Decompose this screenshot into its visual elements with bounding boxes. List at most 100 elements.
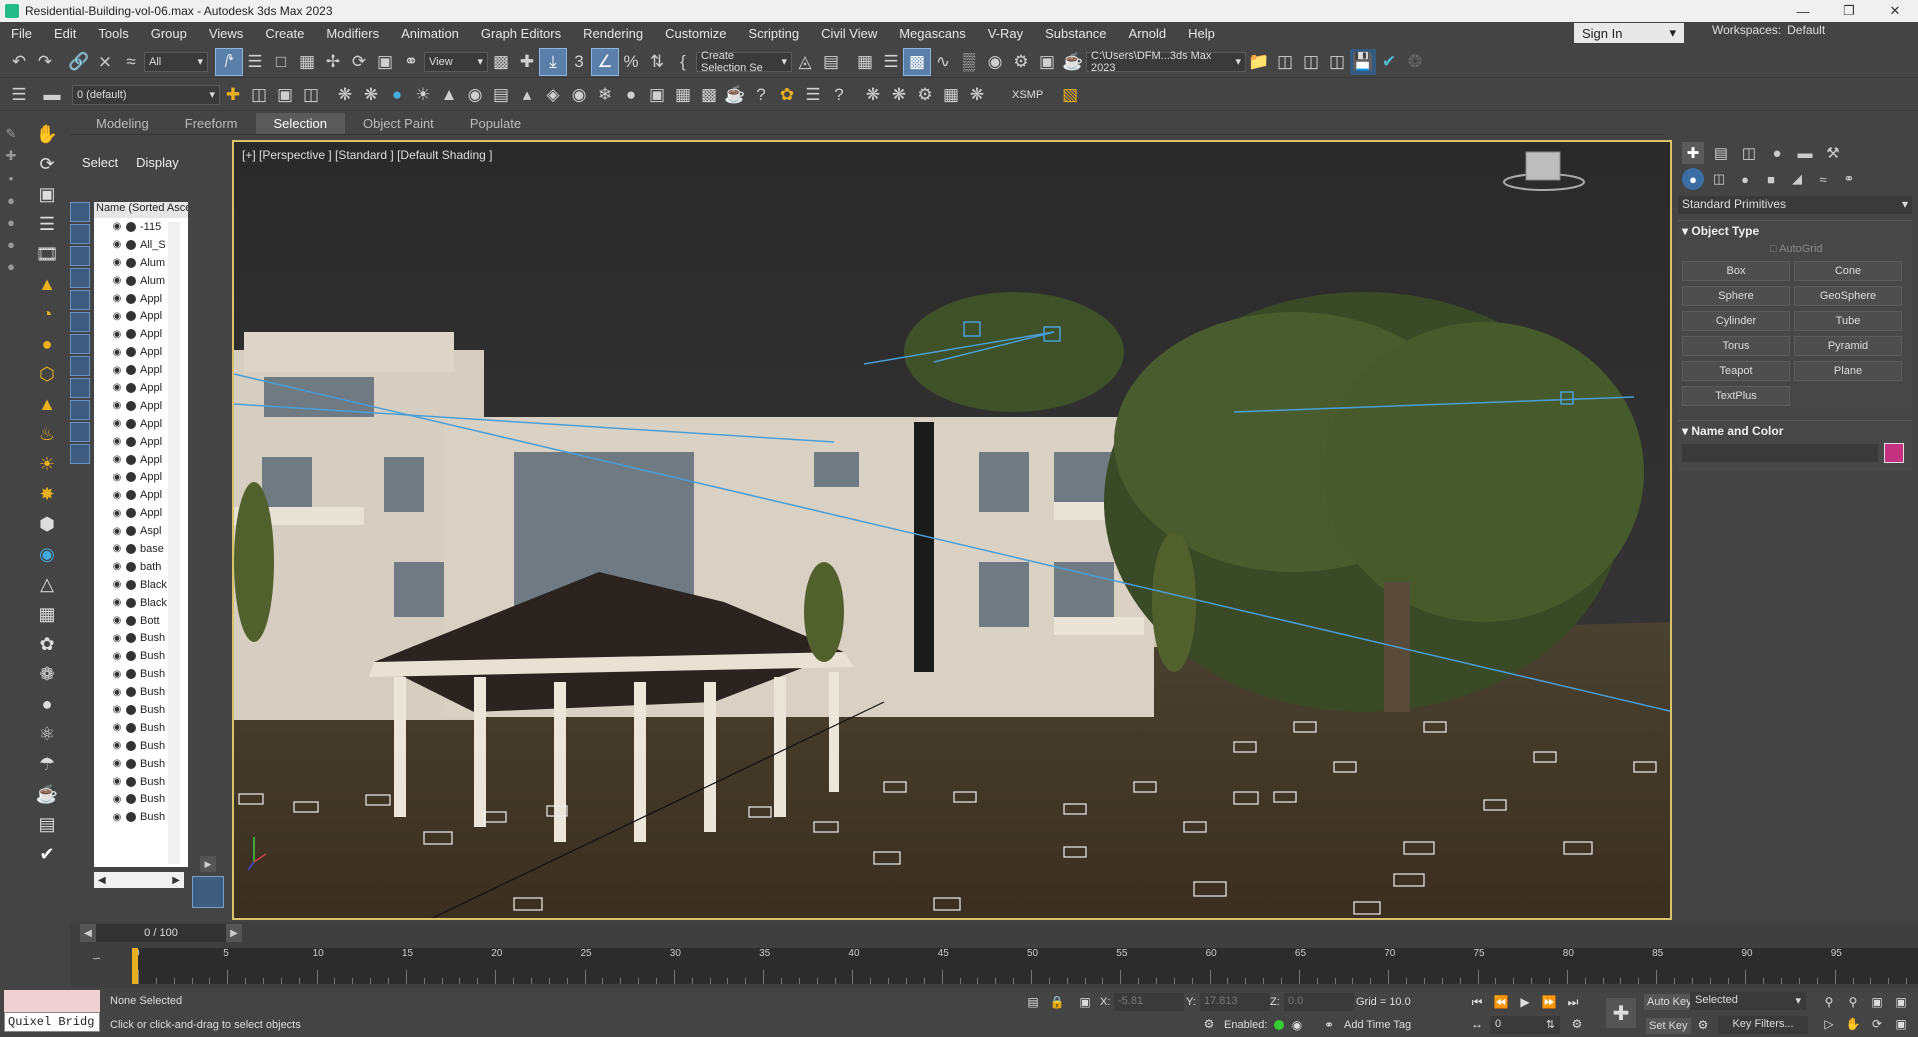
- teapot-mini-icon[interactable]: ☕: [32, 779, 62, 809]
- visibility-eye-icon[interactable]: ◉: [110, 418, 124, 429]
- layer-freeze-icon[interactable]: ◫: [298, 82, 324, 108]
- visibility-eye-icon[interactable]: ◉: [110, 257, 124, 268]
- sun-light-icon[interactable]: ☀: [32, 449, 62, 479]
- sphere-button[interactable]: Sphere: [1682, 286, 1790, 306]
- set-key-button[interactable]: Set Key: [1646, 1018, 1691, 1034]
- hierarchy-icon[interactable]: ◫: [1272, 49, 1298, 75]
- hand-icon[interactable]: ✋: [32, 119, 62, 149]
- visibility-eye-icon[interactable]: ◉: [110, 615, 124, 626]
- key-filters-button[interactable]: Key Filters...: [1718, 1016, 1808, 1034]
- visibility-eye-icon[interactable]: ◉: [110, 365, 124, 376]
- explorer-filter-button[interactable]: [70, 290, 90, 310]
- freeze-toggle-icon[interactable]: [126, 418, 136, 429]
- absolute-mode-icon[interactable]: ▣: [1074, 992, 1096, 1012]
- ball-icon[interactable]: ●: [32, 689, 62, 719]
- visibility-eye-icon[interactable]: ◉: [110, 490, 124, 501]
- chaos-list-icon[interactable]: ☰: [800, 82, 826, 108]
- fov-icon[interactable]: ▷: [1818, 1014, 1840, 1034]
- vray-render-icon[interactable]: ◈: [540, 82, 566, 108]
- select-object-icon[interactable]: ⭚: [215, 47, 243, 76]
- list-header[interactable]: Name (Sorted Asce: [94, 202, 188, 218]
- chaos-scatter-icon[interactable]: ✿: [774, 82, 800, 108]
- isolate-icon[interactable]: ▤: [1022, 992, 1044, 1012]
- geosphere-button[interactable]: GeoSphere: [1794, 286, 1902, 306]
- z-coord-field[interactable]: 0.0: [1284, 993, 1354, 1011]
- key-filter-icon[interactable]: ⚙: [1692, 1015, 1714, 1035]
- vray-grid-icon[interactable]: ▩: [696, 82, 722, 108]
- workspace-selector[interactable]: Workspaces: Default: [1712, 23, 1825, 37]
- explorer-filter-button[interactable]: [70, 378, 90, 398]
- sign-in-dropdown[interactable]: Sign In ▾: [1574, 23, 1684, 43]
- freeze-toggle-icon[interactable]: [126, 669, 136, 680]
- space-warps-icon[interactable]: ≈: [1812, 168, 1834, 190]
- zoom-all-icon[interactable]: ⚲: [1842, 992, 1864, 1012]
- freeze-toggle-icon[interactable]: [126, 490, 136, 501]
- visibility-eye-icon[interactable]: ◉: [110, 633, 124, 644]
- pivot-center-icon[interactable]: ▩: [488, 49, 514, 75]
- key-set-dropdown[interactable]: Selected ▾: [1690, 992, 1806, 1010]
- freeze-toggle-icon[interactable]: [126, 687, 136, 698]
- dome-light-icon[interactable]: ◔: [32, 299, 62, 329]
- freeze-toggle-icon[interactable]: [126, 329, 136, 340]
- torus-button[interactable]: Torus: [1682, 336, 1790, 356]
- selection-filter-dropdown[interactable]: All ▾: [144, 51, 208, 72]
- link-icon[interactable]: 🔗: [66, 49, 92, 75]
- collapse-icon[interactable]: ▾: [1682, 224, 1691, 238]
- save-icon[interactable]: 💾: [1350, 48, 1376, 75]
- visibility-eye-icon[interactable]: ◉: [110, 526, 124, 537]
- vray-fur-icon[interactable]: ❄: [592, 82, 618, 108]
- select-manipulate-icon[interactable]: ✚: [514, 49, 540, 75]
- freeze-toggle-icon[interactable]: [126, 400, 136, 411]
- move-mini-icon[interactable]: ✚: [0, 145, 22, 167]
- lock-icon[interactable]: 🔒: [1046, 992, 1068, 1012]
- orbit-view-icon[interactable]: ⟳: [1866, 1014, 1888, 1034]
- visibility-eye-icon[interactable]: ◉: [110, 347, 124, 358]
- disabled-tool-icon[interactable]: ❂: [1402, 49, 1428, 75]
- display-tab[interactable]: Display: [136, 155, 179, 170]
- select-tab[interactable]: Select: [82, 155, 118, 170]
- explorer-filter-button[interactable]: [70, 356, 90, 376]
- project-path-dropdown[interactable]: C:\Users\DFM...3ds Max 2023 ▾: [1086, 50, 1246, 74]
- visibility-eye-icon[interactable]: ◉: [110, 329, 124, 340]
- menu-item-animation[interactable]: Animation: [390, 26, 470, 41]
- create-tab-icon[interactable]: ✚: [1682, 142, 1704, 164]
- bind-space-warp-icon[interactable]: ≈: [118, 49, 144, 75]
- particle-icon[interactable]: ❋: [332, 82, 358, 108]
- vray-logo-icon[interactable]: ✔: [32, 839, 62, 869]
- freeze-toggle-icon[interactable]: [126, 347, 136, 358]
- menu-item-file[interactable]: File: [0, 26, 43, 41]
- box-button[interactable]: Box: [1682, 261, 1790, 281]
- mesh-light-icon[interactable]: ♨: [32, 419, 62, 449]
- plane-button[interactable]: Plane: [1794, 361, 1902, 381]
- collapse-icon[interactable]: ▾: [1682, 424, 1691, 438]
- curve-editor-icon[interactable]: ∿: [930, 49, 956, 75]
- visibility-eye-icon[interactable]: ◉: [110, 293, 124, 304]
- enabled-indicator[interactable]: [1274, 1020, 1284, 1030]
- next-key-icon[interactable]: ⏩: [1538, 992, 1560, 1012]
- vray-proxy-icon[interactable]: ▴: [514, 82, 540, 108]
- named-selection-dropdown[interactable]: Create Selection Se ▾: [696, 50, 792, 74]
- prev-key-icon[interactable]: ⏪: [1490, 992, 1512, 1012]
- systems-icon[interactable]: ⚭: [1838, 168, 1860, 190]
- forest-pack-icon[interactable]: ❋: [886, 82, 912, 108]
- unlink-icon[interactable]: ⨯: [92, 49, 118, 75]
- menu-item-rendering[interactable]: Rendering: [572, 26, 654, 41]
- freeze-toggle-icon[interactable]: [126, 526, 136, 537]
- sphere-icon[interactable]: ◉: [32, 539, 62, 569]
- undo-icon[interactable]: ↶: [6, 49, 32, 75]
- restore-icon[interactable]: ❐: [1826, 0, 1872, 22]
- zoom-extents-icon[interactable]: ▣: [1866, 992, 1888, 1012]
- vray-plane-icon[interactable]: ▦: [670, 82, 696, 108]
- explorer-filter-button[interactable]: [70, 202, 90, 222]
- expand-icon[interactable]: ▶: [200, 856, 216, 872]
- menu-item-create[interactable]: Create: [254, 26, 315, 41]
- freeze-toggle-icon[interactable]: [126, 311, 136, 322]
- freeze-toggle-icon[interactable]: [126, 257, 136, 268]
- goto-end-icon[interactable]: ⏭: [1562, 992, 1584, 1012]
- explorer-filter-button[interactable]: [70, 246, 90, 266]
- scroll-left-icon[interactable]: ◀: [98, 875, 106, 886]
- minimize-icon[interactable]: —: [1780, 0, 1826, 22]
- freeze-toggle-icon[interactable]: [126, 472, 136, 483]
- ribbon-tab-populate[interactable]: Populate: [452, 113, 539, 134]
- lamp-icon[interactable]: ▲: [32, 269, 62, 299]
